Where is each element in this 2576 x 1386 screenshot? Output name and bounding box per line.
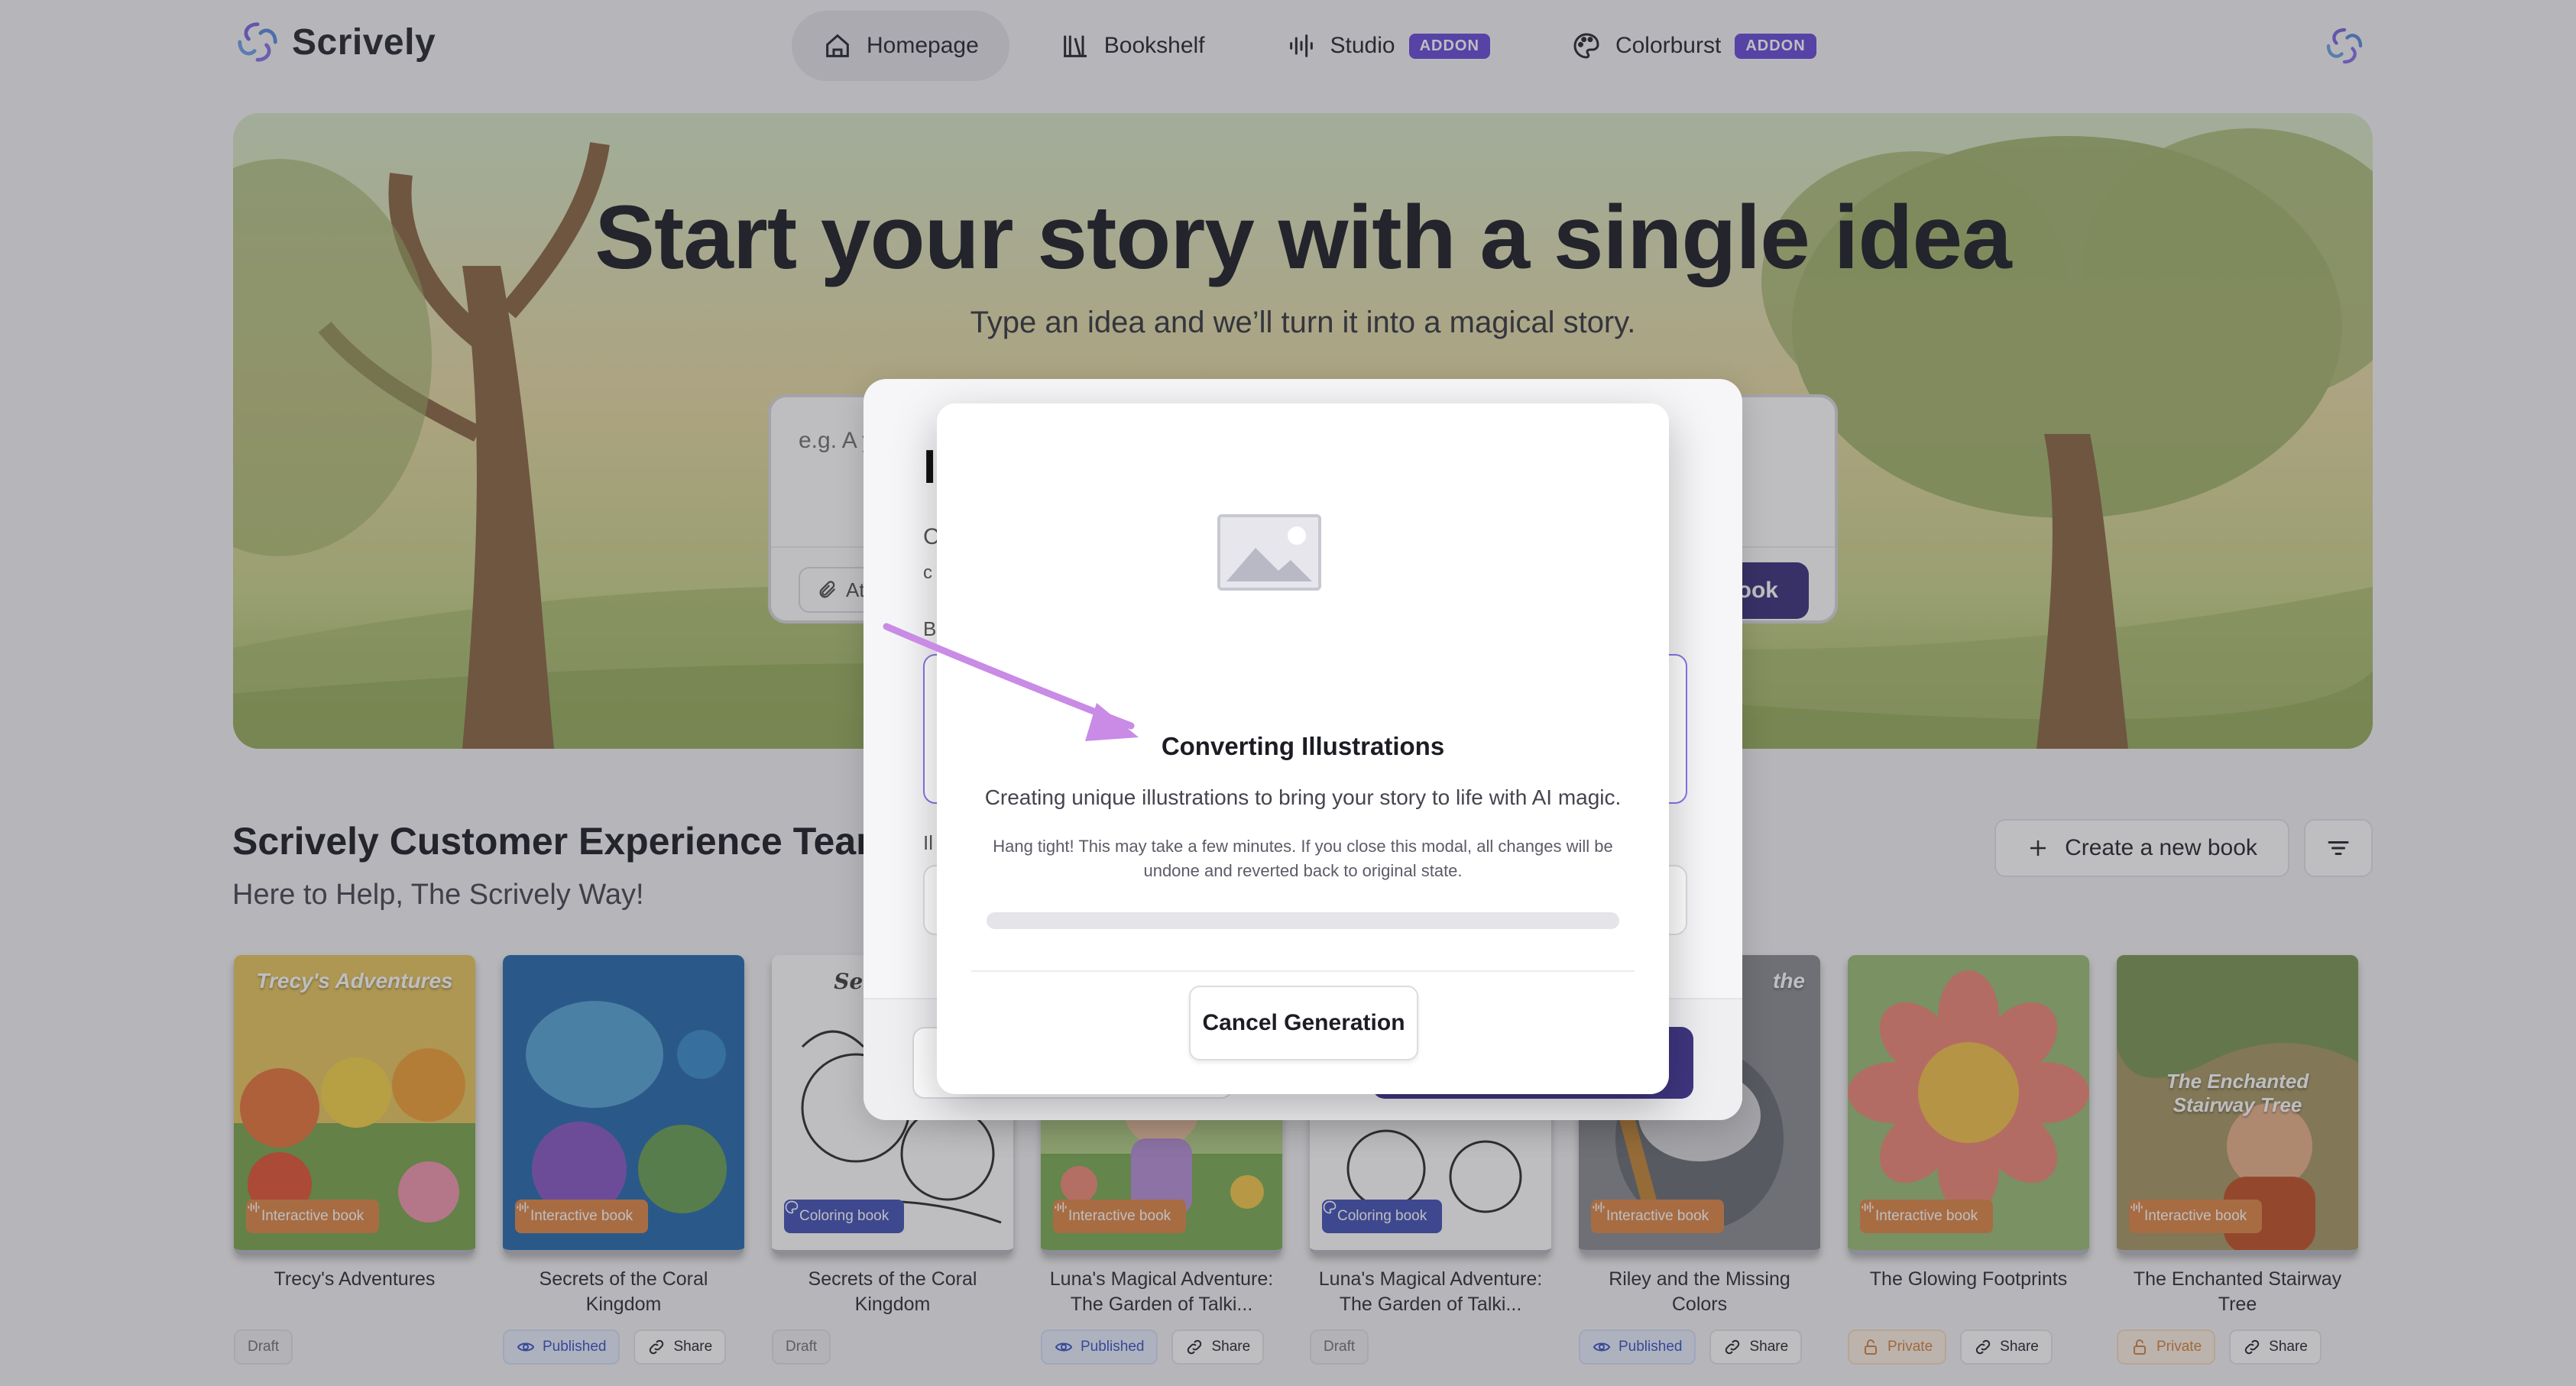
dialog-label-fragment: Il (923, 831, 933, 854)
dialog-heading-fragment: I (923, 441, 937, 494)
modal-note: Hang tight! This may take a few minutes.… (993, 837, 1613, 880)
progress-bar (987, 912, 1619, 929)
modal-subtitle: Creating unique illustrations to bring y… (984, 785, 1622, 809)
divider (971, 970, 1635, 972)
dialog-text-fragment: c (923, 562, 932, 583)
annotation-arrow (883, 623, 1139, 741)
image-placeholder-icon (1217, 514, 1321, 591)
cancel-generation-button[interactable]: Cancel Generation (1189, 986, 1418, 1061)
